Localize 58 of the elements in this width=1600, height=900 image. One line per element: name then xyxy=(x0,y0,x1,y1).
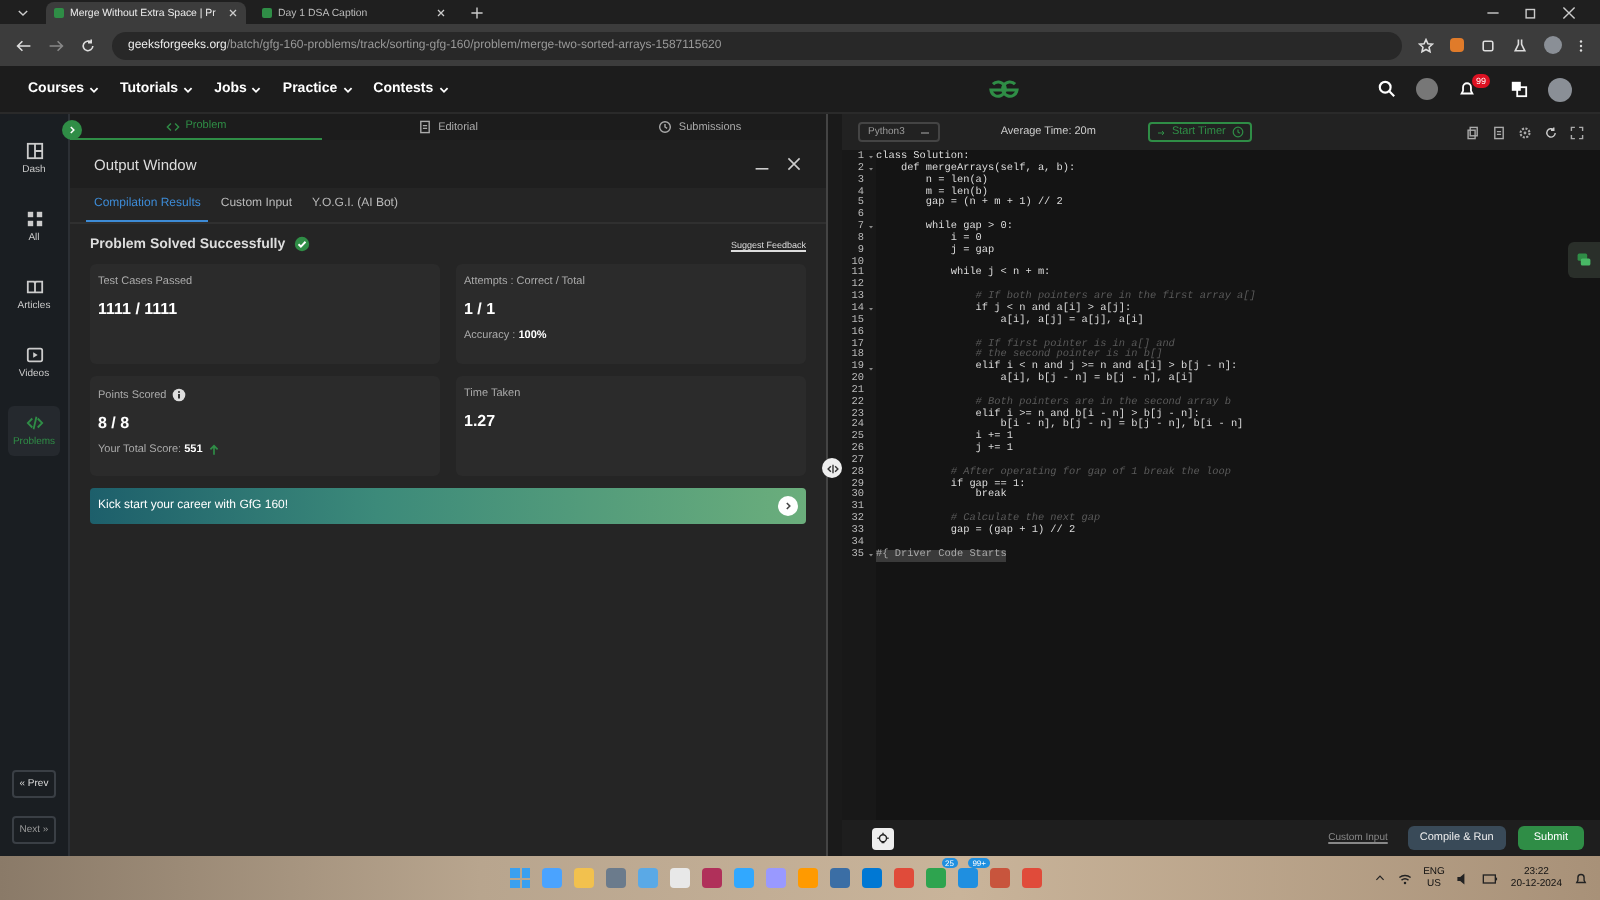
arrow-button[interactable] xyxy=(778,496,798,516)
layout-icon xyxy=(25,142,43,160)
chat-bubble-icon[interactable] xyxy=(1568,242,1600,278)
chevron-down-icon xyxy=(437,83,450,95)
lightbulb-icon[interactable] xyxy=(872,827,894,849)
tab-list-icon[interactable] xyxy=(16,5,30,19)
close-icon[interactable] xyxy=(1562,5,1576,19)
chevron-down-icon xyxy=(250,83,263,95)
reset-icon[interactable] xyxy=(1544,125,1558,139)
chevron-right-icon xyxy=(66,124,78,136)
profile-avatar[interactable] xyxy=(1544,36,1562,54)
chevron-up-icon[interactable] xyxy=(1373,872,1386,884)
chevron-right-icon xyxy=(782,500,794,512)
book-icon xyxy=(25,278,43,296)
fold-caret-icon[interactable] xyxy=(867,552,873,559)
battery-icon[interactable] xyxy=(1482,871,1499,885)
code-icon xyxy=(165,119,180,133)
new-tab-icon[interactable] xyxy=(470,5,484,19)
dash-icon xyxy=(920,127,931,137)
more-icon[interactable] xyxy=(1578,37,1584,53)
restore-icon[interactable] xyxy=(1524,5,1538,19)
flask-icon[interactable] xyxy=(1512,37,1528,53)
clock-icon xyxy=(1231,126,1244,138)
check-circle-icon xyxy=(293,236,310,252)
close-icon[interactable] xyxy=(786,156,802,172)
chevron-down-icon xyxy=(88,83,101,95)
info-icon[interactable] xyxy=(172,388,187,402)
puzzle-icon[interactable] xyxy=(1480,37,1496,53)
star-icon[interactable] xyxy=(1418,37,1434,53)
chevron-down-icon xyxy=(182,83,195,95)
arrow-icon xyxy=(1155,127,1166,137)
translate-icon[interactable] xyxy=(1510,80,1528,98)
settings-icon[interactable] xyxy=(1518,125,1532,139)
reload-icon[interactable] xyxy=(80,37,96,53)
video-icon xyxy=(25,346,43,364)
clock-icon xyxy=(658,120,673,134)
card-value: 1.27 xyxy=(464,412,496,430)
card-value: 1 / 1 xyxy=(464,300,496,318)
close-tab-icon[interactable] xyxy=(436,8,446,18)
search-icon[interactable] xyxy=(1377,80,1396,98)
forward-icon[interactable] xyxy=(48,37,64,53)
card-value: 8 / 8 xyxy=(98,414,130,432)
wifi-icon[interactable] xyxy=(1397,871,1412,885)
copy-icon[interactable] xyxy=(1466,125,1480,139)
grid-icon xyxy=(25,210,43,228)
resize-handle[interactable] xyxy=(822,458,842,478)
chevron-down-icon xyxy=(341,83,354,95)
back-icon[interactable] xyxy=(16,37,32,53)
extension-icon[interactable] xyxy=(1450,38,1464,52)
fullscreen-icon[interactable] xyxy=(1570,125,1584,139)
card-value: 1111 / 1111 xyxy=(98,300,178,318)
profile-avatar[interactable] xyxy=(1548,77,1572,101)
theme-toggle[interactable] xyxy=(1415,78,1438,100)
document-icon[interactable] xyxy=(1492,125,1506,139)
document-icon xyxy=(418,120,433,134)
start-icon[interactable] xyxy=(510,868,530,888)
code-icon xyxy=(25,414,43,432)
close-tab-icon[interactable] xyxy=(228,8,238,18)
